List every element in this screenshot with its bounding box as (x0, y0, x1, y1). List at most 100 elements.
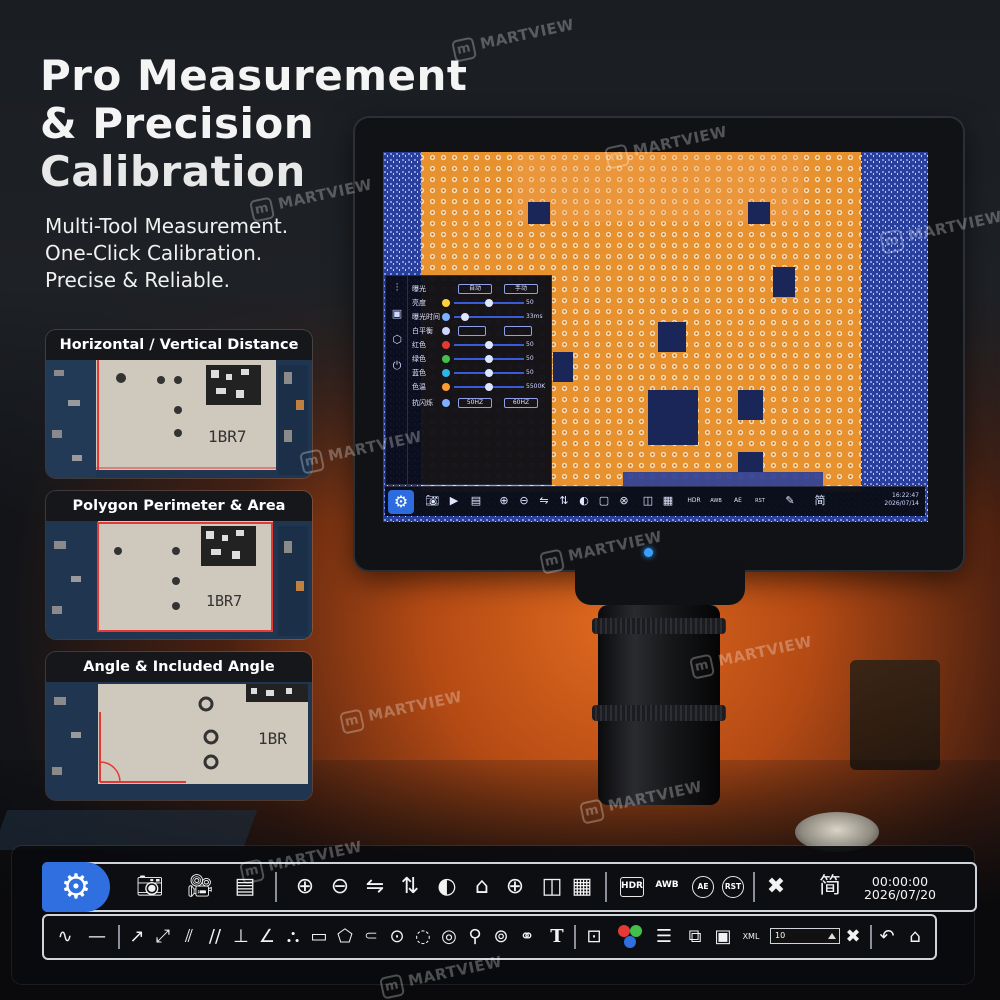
hexagon-settings-icon[interactable]: ⬡ (391, 334, 403, 346)
rectangle-tool-icon[interactable]: ▭ (306, 923, 332, 951)
language-toggle[interactable]: 简 (815, 872, 845, 902)
export-xml-icon[interactable]: XML (738, 923, 764, 951)
text-tool-icon[interactable]: T (544, 923, 570, 951)
flip-vertical-icon[interactable]: ⇅ (557, 494, 571, 508)
ruler-pencil-icon[interactable]: ✎ (783, 494, 797, 508)
line-width-icon[interactable]: ☰ (650, 923, 678, 951)
osd-row-green[interactable]: 绿色 50 (412, 352, 550, 366)
split-view-icon[interactable]: ◫ (538, 872, 566, 902)
save-icon[interactable]: ▣ (710, 923, 736, 951)
slider-knob[interactable] (485, 369, 493, 377)
rst-button[interactable]: RST (722, 876, 744, 898)
image-settings-icon[interactable]: ▣ (391, 308, 403, 320)
language-icon[interactable]: 简 (813, 494, 827, 508)
wb-option[interactable] (458, 326, 486, 336)
slider-knob[interactable] (485, 383, 493, 391)
slider-knob[interactable] (460, 313, 469, 321)
flip-horizontal-icon[interactable]: ⇋ (537, 494, 551, 508)
zoom-in-icon[interactable]: ⊕ (290, 872, 320, 902)
gear-icon[interactable]: ⚙ (388, 490, 414, 514)
gallery-icon[interactable]: ▤ (469, 494, 483, 508)
osd-row-exposure: 曝光 自动 手动 (412, 282, 550, 296)
blue-dot-icon (442, 369, 450, 377)
camera-icon[interactable]: 📷︎ (425, 494, 439, 508)
slider-knob[interactable] (485, 341, 493, 349)
video-camera-icon[interactable]: ▶ (447, 494, 461, 508)
zoom-out-icon[interactable]: ⊖ (517, 494, 531, 508)
circle-point-icon[interactable]: ⊚ (488, 923, 514, 951)
zoom-out-icon[interactable]: ⊖ (325, 872, 355, 902)
osd-label: 蓝色 (412, 369, 426, 377)
osd-value: 5500K (526, 383, 546, 390)
split-view-icon[interactable]: ◫ (641, 494, 655, 508)
grid-view-icon[interactable]: ▦ (661, 494, 675, 508)
flip-horizontal-icon[interactable]: ⇋ (360, 872, 390, 902)
zoom-in-icon[interactable]: ⊕ (497, 494, 511, 508)
osd-row-brightness[interactable]: 亮度 50 (412, 296, 550, 310)
card-image: 1BR7 (46, 521, 312, 639)
power-icon[interactable]: ⏻ (391, 360, 403, 372)
undo-icon[interactable]: ↶ (874, 923, 900, 951)
circle-three-point-icon[interactable]: ◎ (436, 923, 462, 951)
osd-label: 亮度 (412, 299, 426, 307)
settings-gear-icon[interactable]: ⚙ (42, 862, 110, 912)
osd-row-exposure-time[interactable]: 曝光时间 33ms (412, 310, 550, 324)
concentric-circle-icon[interactable]: ⚲ (462, 923, 488, 951)
circle-radius-icon[interactable]: ◌ (410, 923, 436, 951)
hdr-icon[interactable]: HDR (687, 494, 701, 508)
osd-row-color-temp[interactable]: 色温 5500K (412, 380, 550, 394)
freeze-lock-icon[interactable]: ⌂ (467, 872, 497, 902)
osd-value: 50 (526, 299, 534, 306)
awb-icon[interactable]: AWB (709, 494, 723, 508)
ae-button[interactable]: AE (692, 876, 714, 898)
copy-icon[interactable]: ⧉ (682, 923, 708, 951)
lock-icon[interactable]: ▢ (597, 494, 611, 508)
line-width-input[interactable]: 10 (770, 928, 840, 944)
ae-icon[interactable]: AE (731, 494, 745, 508)
home-icon[interactable]: ⌂ (902, 923, 928, 951)
perpendicular-tool-icon[interactable]: ⊥ (228, 923, 254, 951)
parallel-lines-alt-icon[interactable]: // (202, 923, 228, 951)
slider-knob[interactable] (485, 299, 493, 307)
exposure-manual-option[interactable]: 手动 (504, 284, 538, 294)
slider-knob[interactable] (485, 355, 493, 363)
crosshair-icon[interactable]: ⊕ (500, 872, 530, 902)
parallel-lines-tool-icon[interactable]: ⫽ (176, 923, 202, 951)
sliders-icon[interactable]: ⫶ (391, 282, 403, 294)
line-tool-icon[interactable]: — (84, 923, 110, 951)
hero-subtitle-line1: Multi-Tool Measurement. (45, 214, 289, 238)
osd-row-blue[interactable]: 蓝色 50 (412, 366, 550, 380)
triangle-points-icon[interactable]: ⛬ (280, 923, 306, 951)
flicker-60hz-option[interactable]: 60HZ (504, 398, 538, 408)
polygon-tool-icon[interactable]: ⬠ (332, 923, 358, 951)
angle-tool-icon[interactable]: ∠ (254, 923, 280, 951)
video-camera-icon[interactable]: 🎥︎ (180, 872, 220, 902)
arc-points-icon[interactable]: ⸦ (358, 923, 384, 951)
grid-view-icon[interactable]: ▦ (568, 872, 596, 902)
flicker-50hz-option[interactable]: 50HZ (458, 398, 492, 408)
measure-tools-icon[interactable]: ✖ (762, 872, 790, 902)
exposure-auto-option[interactable]: 自动 (458, 284, 492, 294)
hdr-button[interactable]: HDR (620, 877, 644, 897)
contrast-icon[interactable]: ◐ (432, 872, 462, 902)
contrast-icon[interactable]: ◐ (577, 494, 591, 508)
arrow-tool-icon[interactable]: ↗ (124, 923, 150, 951)
curve-tool-icon[interactable]: ∿ (52, 923, 78, 951)
two-circles-icon[interactable]: ⚭ (514, 923, 540, 951)
camera-icon[interactable]: 📷︎ (132, 872, 168, 902)
screen-toolbar: ⚙ 📷︎ ▶ ▤ ⊕ ⊖ ⇋ ⇅ ◐ ▢ ⊗ ◫ ▦ HDR AWB AE RS… (385, 486, 925, 516)
crosshair-icon[interactable]: ⊗ (617, 494, 631, 508)
double-arrow-tool-icon[interactable]: ⤢ (150, 923, 176, 951)
flip-vertical-icon[interactable]: ⇅ (395, 872, 425, 902)
wb-option[interactable] (504, 326, 532, 336)
color-palette-icon[interactable] (618, 925, 642, 949)
rst-icon[interactable]: RST (753, 494, 767, 508)
red-dot-icon (442, 341, 450, 349)
circle-center-icon[interactable]: ⊙ (384, 923, 410, 951)
osd-value: 50 (526, 341, 534, 348)
card-label: Polygon Perimeter & Area (46, 491, 312, 521)
awb-button[interactable]: AWB (654, 877, 680, 897)
calibration-icon[interactable]: ⊡ (580, 923, 608, 951)
osd-row-red[interactable]: 红色 50 (412, 338, 550, 352)
delete-measure-icon[interactable]: ✖ (840, 923, 866, 951)
